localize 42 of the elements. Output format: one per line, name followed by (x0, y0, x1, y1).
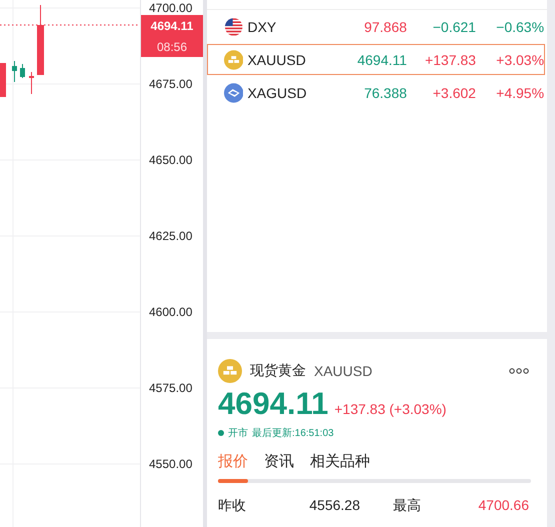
stat-value: 4700.66 (477, 497, 529, 515)
tab[interactable]: 资讯 (264, 452, 294, 471)
stat-label: 最高 (393, 497, 422, 515)
market-status: 开市 (228, 426, 248, 440)
price-axis-label: 4575.00 (149, 381, 194, 395)
watchlist-row[interactable]: XAUUSD 4694.11 +137.83 +3.03% (207, 44, 545, 75)
change-percent-label: +3.03% (495, 52, 544, 68)
price-axis-label: 4700.00 (149, 1, 194, 15)
stat-value: 4556.28 (308, 497, 360, 515)
price-label: 76.388 (363, 84, 407, 100)
change-label: +137.83 (424, 52, 476, 68)
change-percent-label: −0.63% (495, 18, 544, 34)
price-label: 4694.11 (356, 52, 407, 68)
tab[interactable]: 相关品种 (310, 452, 370, 471)
price-axis-label: 4600.00 (149, 305, 194, 319)
instrument-symbol: XAUUSD (314, 363, 372, 379)
stat-label: 昨收 (218, 497, 247, 515)
instrument-name: 现货黄金 (250, 362, 306, 380)
current-price-label: 4694.11 (150, 18, 194, 32)
ingot-icon (224, 50, 244, 70)
ingot-icon (218, 359, 242, 383)
flag-icon (224, 16, 244, 36)
symbol-label: DXY (247, 18, 278, 34)
change-percent-label: +4.95% (495, 84, 544, 100)
price-change: +137.83 (+3.03%) (334, 401, 446, 417)
price-axis-label: 4650.00 (149, 153, 194, 167)
symbol-label: XAUUSD (247, 52, 307, 68)
tab-indicator (218, 479, 248, 483)
more-icon[interactable] (509, 368, 529, 374)
status-dot-icon (218, 430, 224, 436)
price-axis-label: 4675.00 (149, 77, 194, 91)
last-update-time: 最后更新:16:51:03 (252, 426, 334, 440)
watchlist-row[interactable]: XAGUSD 76.388 +3.602 +4.95% (207, 77, 545, 108)
price-label: 97.868 (363, 18, 407, 34)
price-axis-label: 4625.00 (149, 229, 194, 243)
countdown-label: 08:56 (156, 40, 188, 54)
symbol-label: XAGUSD (247, 84, 308, 100)
watchlist-row[interactable]: DXY 97.868 −0.621 −0.63% (207, 11, 545, 42)
price-axis-label: 4550.00 (149, 457, 194, 471)
change-label: +3.602 (432, 84, 476, 100)
last-price: 4694.11 (218, 386, 328, 422)
change-label: −0.621 (432, 18, 476, 34)
